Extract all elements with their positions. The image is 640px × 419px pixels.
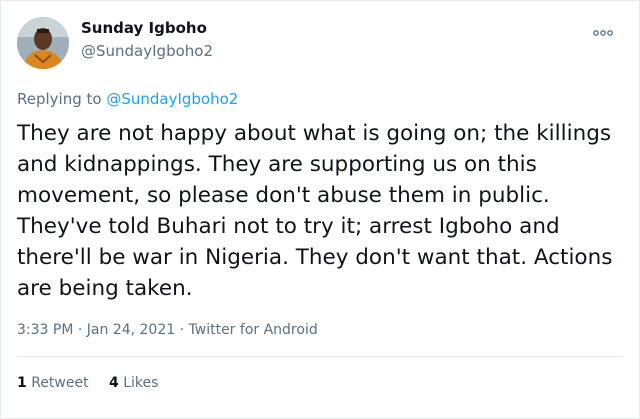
more-options-icon[interactable] bbox=[593, 27, 613, 39]
tweet-text-line: and kidnappings. They are supporting us … bbox=[17, 152, 537, 177]
user-handle[interactable]: @SundayIgboho2 bbox=[81, 42, 213, 60]
display-name[interactable]: Sunday Igboho bbox=[81, 19, 207, 37]
meta-separator: · bbox=[175, 322, 189, 338]
replying-to: Replying to @SundayIgboho2 bbox=[17, 90, 238, 108]
tweet-text-line: are being taken. bbox=[17, 276, 193, 301]
tweet-text-line: movement, so please don't abuse them in … bbox=[17, 183, 550, 208]
tweet-date[interactable]: Jan 24, 2021 bbox=[87, 322, 175, 338]
meta-separator: · bbox=[73, 322, 87, 338]
divider bbox=[17, 356, 623, 357]
tweet-text-line: there'll be war in Nigeria. They don't w… bbox=[17, 245, 613, 270]
tweet-time[interactable]: 3:33 PM bbox=[17, 322, 73, 338]
replying-to-label: Replying to bbox=[17, 90, 107, 108]
tweet-timestamp: 3:33 PM · Jan 24, 2021 · Twitter for And… bbox=[17, 322, 318, 338]
tweet-card: Sunday Igboho @SundayIgboho2 Replying to… bbox=[0, 0, 640, 419]
tweet-client-link[interactable]: Twitter for Android bbox=[189, 322, 318, 338]
tweet-text: They are not happy about what is going o… bbox=[17, 118, 623, 304]
engagement-stats: 1 Retweet 4 Likes bbox=[17, 375, 174, 391]
likes-count: 4 bbox=[109, 375, 119, 391]
profile-photo-icon bbox=[17, 17, 69, 69]
likes-stat[interactable]: 4 Likes bbox=[109, 375, 158, 391]
retweets-stat[interactable]: 1 Retweet bbox=[17, 375, 89, 391]
tweet-text-line: They've told Buhari not to try it; arres… bbox=[17, 214, 560, 239]
avatar[interactable] bbox=[17, 17, 69, 69]
retweets-label: Retweet bbox=[31, 375, 89, 391]
likes-label: Likes bbox=[123, 375, 159, 391]
tweet-text-line: They are not happy about what is going o… bbox=[17, 121, 612, 146]
retweets-count: 1 bbox=[17, 375, 27, 391]
reply-mention-link[interactable]: @SundayIgboho2 bbox=[106, 90, 238, 108]
